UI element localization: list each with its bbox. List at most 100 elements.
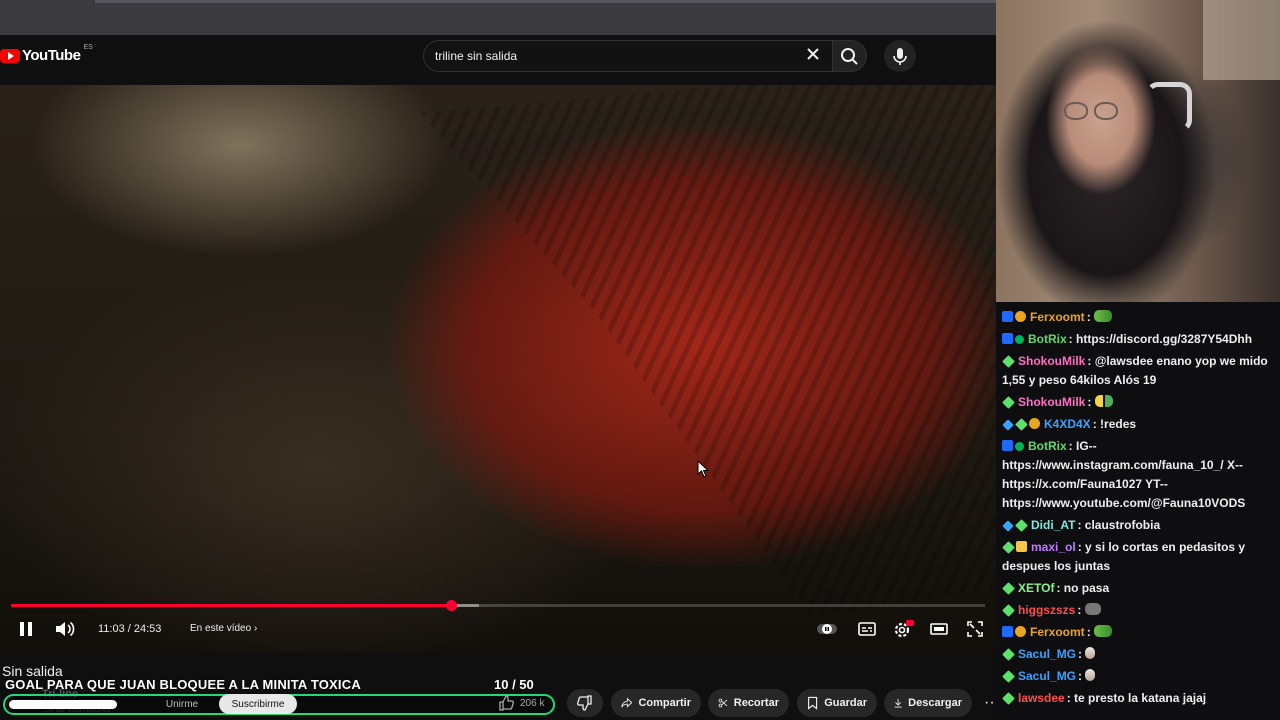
fullscreen-button[interactable] bbox=[964, 618, 986, 640]
stream-chat: Ferxoomt: BotRix: https://discord.gg/328… bbox=[996, 302, 1280, 720]
moderator-badge-icon[interactable] bbox=[1029, 418, 1040, 429]
chat-message: Ferxoomt: bbox=[1002, 623, 1276, 642]
gift-badge-icon[interactable] bbox=[1002, 520, 1014, 532]
search-box[interactable]: triline sin salida bbox=[423, 40, 833, 72]
chat-separator: : bbox=[1086, 625, 1095, 639]
fullscreen-icon bbox=[967, 621, 983, 637]
goal-progress-fill bbox=[9, 700, 117, 709]
chat-username[interactable]: BotRix bbox=[1028, 332, 1067, 346]
emote-duo-icon[interactable] bbox=[1094, 395, 1113, 407]
vip-badge-icon[interactable] bbox=[1002, 440, 1013, 451]
share-button[interactable]: Compartir bbox=[611, 689, 701, 717]
chat-username[interactable]: K4XD4X bbox=[1044, 417, 1091, 431]
chat-username[interactable]: Ferxoomt bbox=[1030, 310, 1085, 324]
theater-mode-button[interactable] bbox=[928, 618, 950, 640]
chat-message: maxi_ol: y si lo cortas en pedasitos y d… bbox=[1002, 538, 1276, 576]
download-button[interactable]: Descargar bbox=[884, 689, 972, 717]
chat-separator: : bbox=[1087, 354, 1095, 368]
scissors-icon bbox=[718, 698, 728, 708]
chat-separator: : bbox=[1077, 518, 1085, 532]
browser-tab-strip bbox=[0, 0, 996, 35]
chat-separator: : bbox=[1078, 669, 1086, 683]
video-player[interactable] bbox=[0, 85, 996, 653]
chat-username[interactable]: higgszszs bbox=[1018, 603, 1075, 617]
verified-badge-icon[interactable] bbox=[1015, 335, 1024, 344]
vip-badge-icon[interactable] bbox=[1002, 333, 1013, 344]
join-button[interactable]: Unirme bbox=[148, 694, 216, 714]
vip-badge-icon[interactable] bbox=[1002, 311, 1013, 322]
chat-message: Ferxoomt: bbox=[1002, 308, 1276, 327]
chat-message: XETOf: no pasa bbox=[1002, 579, 1276, 598]
emote-frog-icon[interactable] bbox=[1094, 625, 1113, 637]
clip-button[interactable]: Recortar bbox=[708, 689, 789, 717]
chat-username[interactable]: XETOf bbox=[1018, 581, 1054, 595]
chapter-button[interactable]: En este vídeo › bbox=[190, 623, 257, 634]
subscriber-badge-icon[interactable] bbox=[1002, 396, 1015, 409]
subscriber-badge-icon[interactable] bbox=[1002, 541, 1015, 554]
mouse-cursor-icon bbox=[697, 460, 709, 478]
chat-username[interactable]: Ferxoomt bbox=[1030, 625, 1085, 639]
webcam-overlay bbox=[996, 0, 1280, 302]
chat-message: Didi_AT: claustrofobia bbox=[1002, 516, 1276, 535]
volume-button[interactable] bbox=[54, 618, 76, 640]
pause-button[interactable] bbox=[16, 618, 36, 640]
chat-separator: : bbox=[1078, 647, 1086, 661]
chat-separator: : bbox=[1092, 417, 1101, 431]
background-shelf bbox=[1203, 0, 1280, 80]
progress-bar[interactable] bbox=[11, 600, 985, 611]
autoplay-toggle[interactable] bbox=[816, 618, 838, 640]
clear-search-icon[interactable] bbox=[806, 47, 820, 66]
emote-pic-icon[interactable] bbox=[1084, 603, 1101, 615]
moderator-badge-icon[interactable] bbox=[1015, 311, 1026, 322]
subscribe-button[interactable]: Suscribirme bbox=[219, 694, 297, 714]
subscriber-badge-icon[interactable] bbox=[1002, 582, 1015, 595]
chat-username[interactable]: ShokouMilk bbox=[1018, 395, 1085, 409]
emote-dance-icon[interactable] bbox=[1085, 647, 1096, 659]
youtube-logo[interactable]: YouTube ES bbox=[0, 44, 93, 64]
chat-text: no pasa bbox=[1063, 581, 1110, 595]
dislike-button[interactable] bbox=[567, 689, 603, 717]
search-button[interactable] bbox=[833, 40, 867, 72]
thumbs-up-icon bbox=[499, 695, 514, 711]
thumbs-down-icon bbox=[577, 695, 592, 711]
gift-badge-icon[interactable] bbox=[1002, 419, 1014, 431]
emote-frog-icon[interactable] bbox=[1094, 310, 1113, 322]
played-bar bbox=[11, 604, 452, 607]
chat-message: BotRix: IG-- https://www.instagram.com/f… bbox=[1002, 437, 1276, 513]
search-input[interactable]: triline sin salida bbox=[435, 49, 517, 63]
player-controls: 11:03 / 24:53 En este vídeo › bbox=[0, 613, 996, 645]
like-button[interactable]: 206 k bbox=[498, 691, 558, 715]
chat-separator: : bbox=[1087, 395, 1095, 409]
subscriber-badge-icon[interactable] bbox=[1015, 519, 1028, 532]
chat-username[interactable]: Sacul_MG bbox=[1018, 647, 1076, 661]
founder-badge-icon[interactable] bbox=[1016, 541, 1027, 552]
glasses-left-lens bbox=[1064, 102, 1088, 120]
moderator-badge-icon[interactable] bbox=[1015, 626, 1026, 637]
vip-badge-icon[interactable] bbox=[1002, 626, 1013, 637]
subscriber-badge-icon[interactable] bbox=[1002, 692, 1015, 705]
subtitles-button[interactable] bbox=[856, 618, 878, 640]
subtitles-icon bbox=[858, 622, 876, 636]
settings-button[interactable] bbox=[892, 618, 914, 640]
save-button[interactable]: Guardar bbox=[797, 689, 877, 717]
voice-search-button[interactable] bbox=[884, 40, 916, 72]
chat-username[interactable]: lawsdee bbox=[1018, 691, 1065, 705]
subscriber-badge-icon[interactable] bbox=[1002, 604, 1015, 617]
chat-username[interactable]: ShokouMilk bbox=[1018, 354, 1085, 368]
subscriber-badge-icon[interactable] bbox=[1015, 418, 1028, 431]
verified-badge-icon[interactable] bbox=[1015, 442, 1024, 451]
chat-message: lawsdee: te presto la katana jajaj bbox=[1002, 689, 1276, 708]
chat-username[interactable]: Sacul_MG bbox=[1018, 669, 1076, 683]
chat-username[interactable]: maxi_ol bbox=[1031, 540, 1076, 554]
emote-dance-icon[interactable] bbox=[1085, 669, 1096, 681]
chat-username[interactable]: BotRix bbox=[1028, 439, 1067, 453]
save-label: Guardar bbox=[824, 697, 867, 709]
subscriber-badge-icon[interactable] bbox=[1002, 670, 1015, 683]
chat-username[interactable]: Didi_AT bbox=[1031, 518, 1075, 532]
subscriber-badge-icon[interactable] bbox=[1002, 648, 1015, 661]
chat-message: ShokouMilk: @lawsdee enano yop we mido 1… bbox=[1002, 352, 1276, 390]
glasses-right-lens bbox=[1094, 102, 1118, 120]
bookmark-icon bbox=[808, 696, 818, 710]
tab-bar[interactable] bbox=[95, 0, 996, 3]
subscriber-badge-icon[interactable] bbox=[1002, 355, 1015, 368]
